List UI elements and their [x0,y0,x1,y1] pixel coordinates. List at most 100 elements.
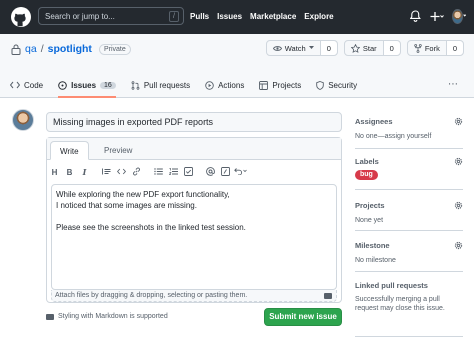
gear-icon[interactable] [454,241,463,250]
write-tab[interactable]: Write [50,141,89,160]
markdown-icon [324,293,332,299]
tab-code-label: Code [24,80,44,90]
italic-icon[interactable]: I [77,167,92,177]
gear-icon[interactable] [454,157,463,166]
sidebar-milestone: Milestone No milestone [355,241,463,265]
sidebar-divider [355,230,463,231]
linked-prs-value: Successfully merging a pull request may … [355,296,445,312]
search-placeholder: Search or jump to... [45,12,115,21]
fork-count[interactable]: 0 [446,41,463,55]
unordered-list-icon[interactable] [151,167,166,177]
markdown-icon [46,313,54,320]
assignees-value[interactable]: No one—assign yourself [355,132,463,141]
tab-projects[interactable]: Projects [259,72,301,98]
star-icon [350,43,360,53]
top-nav-pulls[interactable]: Pulls [190,12,209,21]
bold-icon[interactable]: B [62,168,77,177]
issue-body-textarea[interactable]: While exploring the new PDF export funct… [51,184,337,290]
repo-owner-link[interactable]: qa [25,43,37,55]
undo-icon[interactable] [233,167,248,177]
attach-hint: Attach files by dragging & dropping, sel… [55,292,248,299]
shield-icon [316,80,324,90]
watch-button-group: Watch 0 [265,40,338,56]
repo-name-link[interactable]: spotlight [48,43,92,55]
gear-icon[interactable] [454,117,463,126]
sidebar-divider [355,271,463,272]
markdown-note-text: Styling with Markdown is supported [58,313,168,320]
sidebar-divider [355,336,463,337]
avatar [452,8,463,24]
tab-pull-requests-label: Pull requests [143,80,191,90]
star-count[interactable]: 0 [383,41,400,55]
global-header: Search or jump to... / Pulls Issues Mark… [0,0,474,34]
fork-icon [414,43,422,53]
quote-icon[interactable] [99,168,114,177]
reference-icon[interactable] [218,166,233,178]
github-logo-icon[interactable] [11,7,31,27]
markdown-note[interactable]: Styling with Markdown is supported [46,313,168,320]
fork-button[interactable]: Fork [408,41,447,55]
tab-issues-label: Issues [71,80,97,90]
repo-lock-icon [11,44,21,55]
body-line: Please see the screenshots in the linked… [56,223,246,232]
issue-title-input[interactable]: Missing images in exported PDF reports [46,112,342,132]
sidebar-assignees: Assignees No one—assign yourself [355,117,463,141]
watch-count[interactable]: 0 [320,41,337,55]
fork-button-group: Fork 0 [406,40,464,56]
repo-tabs: Code Issues 16 Pull requests Actions Pro… [10,72,357,98]
heading-icon[interactable]: H [47,168,62,177]
watch-button[interactable]: Watch [267,41,321,55]
bell-icon[interactable] [408,9,422,23]
author-avatar [12,109,34,131]
tab-code[interactable]: Code [10,72,43,98]
tab-pull-requests[interactable]: Pull requests [131,72,190,98]
code-icon[interactable] [114,168,129,177]
slash-shortcut-key: / [169,11,179,22]
tab-projects-label: Projects [272,80,302,90]
tab-actions[interactable]: Actions [205,72,244,98]
sidebar-labels: Labels bug [355,157,463,180]
comment-editor: Write Preview H B I While exploring the … [46,137,342,303]
top-nav-issues[interactable]: Issues [217,12,242,21]
sidebar-divider [355,148,463,149]
link-icon[interactable] [129,167,144,178]
gear-icon[interactable] [454,201,463,210]
body-line: I noticed that some images are missing. [56,201,197,210]
submit-new-issue-button[interactable]: Submit new issue [264,308,342,326]
milestone-value: No milestone [355,257,396,264]
plus-icon[interactable] [430,9,444,23]
editor-tabs: Write Preview [47,138,341,160]
attach-files-dropzone[interactable]: Attach files by dragging & dropping, sel… [51,290,337,302]
ordered-list-icon[interactable] [166,167,181,177]
markdown-toolbar: H B I [47,164,248,180]
label-bug-badge[interactable]: bug [355,170,378,180]
tab-issues[interactable]: Issues 16 [58,72,116,98]
repo-header: qa / spotlight Private Watch 0 Star 0 Fo… [0,34,474,98]
issues-count-badge: 16 [100,81,116,89]
code-icon [10,81,20,89]
tab-security[interactable]: Security [316,72,357,98]
pull-request-icon [131,80,140,90]
private-badge: Private [98,43,131,55]
labels-title: Labels [355,157,379,166]
mention-icon[interactable] [203,166,218,178]
user-menu[interactable] [452,8,466,24]
search-input[interactable]: Search or jump to... / [38,7,184,25]
more-tabs-button[interactable]: ⋯ [448,79,458,90]
tab-actions-label: Actions [218,80,245,90]
star-label: Star [362,43,377,53]
sidebar-linked-prs: Linked pull requests Successfully mergin… [355,281,463,313]
top-nav: Pulls Issues Marketplace Explore [190,12,334,21]
table-icon [259,80,269,90]
star-button[interactable]: Star [345,41,384,55]
play-icon [205,80,214,90]
labels-value: bug [355,170,463,180]
top-nav-explore[interactable]: Explore [304,12,333,21]
preview-tab[interactable]: Preview [95,141,141,160]
sidebar-projects: Projects None yet [355,201,463,225]
top-nav-marketplace[interactable]: Marketplace [250,12,296,21]
chevron-down-icon [462,14,466,17]
projects-value: None yet [355,217,384,224]
task-list-icon[interactable] [181,166,196,178]
issue-icon [58,80,67,90]
